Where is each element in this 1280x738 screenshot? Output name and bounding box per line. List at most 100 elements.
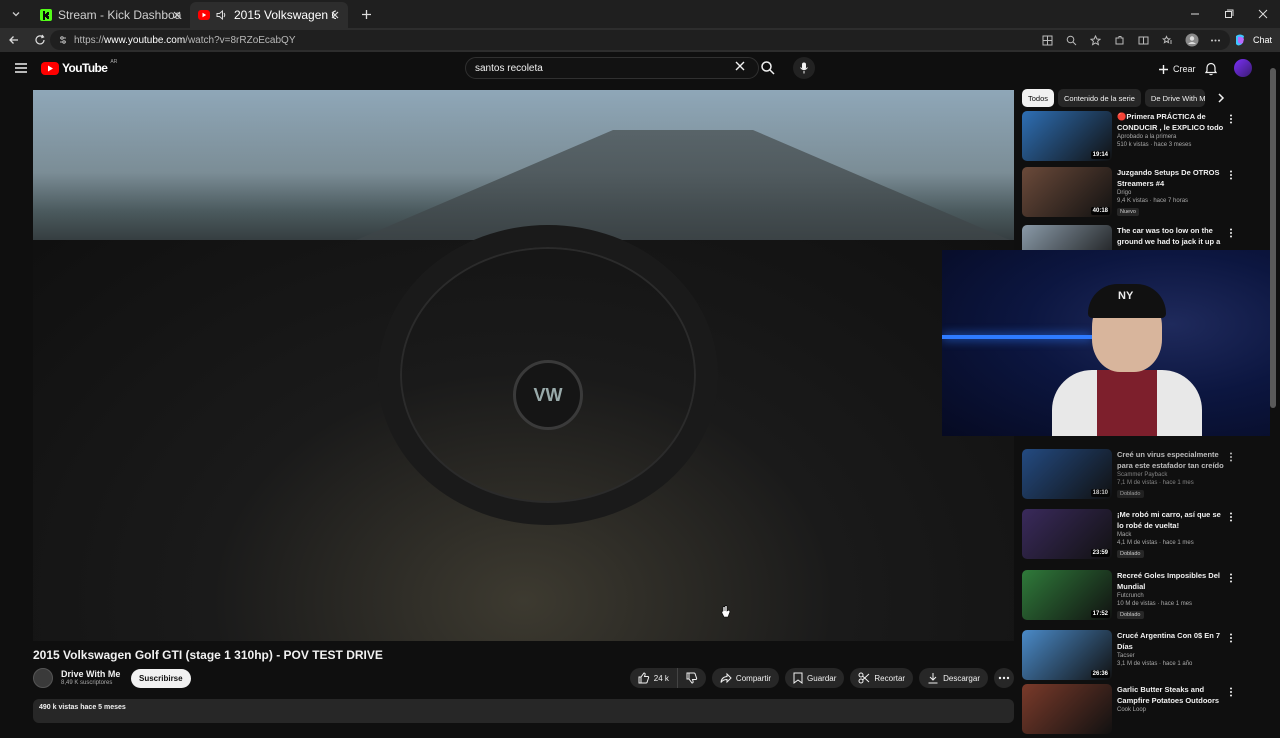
more-vertical-icon[interactable]	[1229, 452, 1233, 462]
more-vertical-icon[interactable]	[1229, 228, 1233, 238]
profile-avatar[interactable]	[1183, 31, 1201, 49]
recommendation-title[interactable]: ¡Me robó mi carro, así que se lo robé de…	[1117, 509, 1227, 531]
more-vertical-icon[interactable]	[1229, 170, 1233, 180]
browser-tab-youtube[interactable]: 2015 Volkswagen Golf GTI (st	[190, 2, 348, 28]
restore-button[interactable]	[1212, 0, 1246, 28]
clip-button[interactable]: Recortar	[850, 668, 914, 688]
copilot-chat-button[interactable]: Chat	[1231, 31, 1272, 49]
like-button[interactable]: 24 k	[629, 668, 678, 688]
chevron-down-icon	[11, 9, 21, 19]
hamburger-menu-icon[interactable]	[14, 62, 28, 74]
recommendation-thumbnail[interactable]: 19:14	[1022, 111, 1112, 161]
recommendation-title[interactable]: 🔴Primera PRÁCTICA de CONDUCIR , le EXPLI…	[1117, 111, 1227, 133]
recommendation-badge: Doblado	[1117, 490, 1144, 498]
recommendation-thumbnail[interactable]	[1022, 684, 1112, 734]
zoom-icon[interactable]	[1063, 31, 1081, 49]
more-vertical-icon[interactable]	[1229, 573, 1233, 583]
more-options-icon[interactable]	[1207, 31, 1225, 49]
star-icon[interactable]	[1087, 31, 1105, 49]
streamer-figure: NY	[1052, 284, 1202, 436]
address-bar-icons: Chat	[1039, 31, 1272, 49]
recommendation-channel[interactable]: Cook Loop	[1117, 707, 1146, 713]
browser-tab-kick[interactable]: Stream - Kick Dashboard	[32, 2, 190, 28]
recommendation-badge: Doblado	[1117, 611, 1144, 619]
more-vertical-icon[interactable]	[1229, 687, 1233, 697]
channel-avatar[interactable]	[33, 668, 53, 688]
more-vertical-icon[interactable]	[1229, 633, 1233, 643]
create-button[interactable]: Crear	[1150, 59, 1204, 79]
search-icon[interactable]	[760, 60, 775, 75]
close-window-button[interactable]	[1246, 0, 1280, 28]
recommendation-channel[interactable]: Scammer Payback	[1117, 472, 1167, 478]
like-count: 24 k	[653, 673, 669, 683]
recommendation-badge: Doblado	[1117, 550, 1144, 558]
split-screen-icon[interactable]	[1135, 31, 1153, 49]
recommendation-thumbnail[interactable]: 17:52	[1022, 570, 1112, 620]
recommendation-item[interactable]: 40:18 Juzgando Setups De OTROS Streamers …	[1022, 167, 1252, 221]
recommendation-title[interactable]: Creé un virus especialmente para este es…	[1117, 449, 1227, 471]
more-vertical-icon[interactable]	[1229, 512, 1233, 522]
search-input[interactable]: santos recoleta	[465, 57, 759, 79]
channel-name[interactable]: Drive With Me	[61, 669, 120, 679]
thumbs-down-icon	[686, 672, 698, 684]
recommendation-meta: 3,1 M de vistas · hace 1 año	[1117, 661, 1193, 667]
recommendation-title[interactable]: The car was too low on the ground we had…	[1117, 225, 1227, 247]
recommendation-title[interactable]: Crucé Argentina Con 0$ En 7 Días	[1117, 630, 1227, 652]
youtube-logo[interactable]: YouTube AR	[41, 59, 117, 75]
recommendation-item[interactable]: 26:36 Crucé Argentina Con 0$ En 7 Días Tac…	[1022, 630, 1252, 684]
recommendation-channel[interactable]: Futcrunch	[1117, 593, 1144, 599]
page-scrollbar[interactable]	[1270, 60, 1276, 410]
share-icon	[720, 672, 732, 684]
recommendation-meta: 9,4 K vistas · hace 7 horas	[1117, 198, 1189, 204]
recommendation-title[interactable]: Garlic Butter Steaks and Campfire Potato…	[1117, 684, 1227, 706]
app-grid-icon[interactable]	[1039, 31, 1057, 49]
voice-search-button[interactable]	[793, 57, 815, 79]
chip-todos[interactable]: Todos	[1022, 89, 1055, 107]
notifications-bell-icon[interactable]	[1204, 61, 1218, 76]
recommendation-thumbnail[interactable]: 40:18	[1022, 167, 1112, 217]
save-button[interactable]: Guardar	[785, 668, 845, 688]
recommendation-item[interactable]: 19:14 🔴Primera PRÁCTICA de CONDUCIR , le …	[1022, 111, 1252, 165]
site-info-icon[interactable]	[58, 35, 68, 45]
video-player[interactable]: VW	[33, 90, 1014, 641]
account-avatar[interactable]	[1234, 59, 1252, 77]
recommendation-item[interactable]: 17:52 Recreé Goles Imposibles Del Mundial…	[1022, 570, 1252, 624]
recommendation-title[interactable]: Juzgando Setups De OTROS Streamers #4	[1117, 167, 1227, 189]
chevron-right-icon[interactable]	[1216, 92, 1226, 104]
minimize-button[interactable]	[1178, 0, 1212, 28]
more-vertical-icon[interactable]	[1229, 114, 1233, 124]
share-button[interactable]: Compartir	[711, 668, 780, 688]
recommendation-item[interactable]: Garlic Butter Steaks and Campfire Potato…	[1022, 684, 1252, 738]
video-duration: 26:36	[1090, 670, 1110, 678]
tab-close-icon[interactable]	[328, 8, 342, 22]
reload-button[interactable]	[28, 28, 52, 52]
more-actions-button[interactable]	[994, 668, 1014, 688]
recommendation-title[interactable]: Recreé Goles Imposibles Del Mundial	[1117, 570, 1227, 592]
new-tab-button[interactable]	[354, 2, 378, 26]
speaker-icon[interactable]	[216, 10, 228, 20]
tab-close-icon[interactable]	[170, 8, 184, 22]
recommendation-channel[interactable]: Tacser	[1117, 653, 1135, 659]
download-button[interactable]: Descargar	[919, 668, 988, 688]
chip-serie[interactable]: Contenido de la serie	[1058, 89, 1141, 107]
subscriber-count: 8,49 K suscriptores	[61, 680, 113, 686]
tab-search-button[interactable]	[4, 3, 28, 25]
favorites-icon[interactable]	[1159, 31, 1177, 49]
recommendation-channel[interactable]: Mack	[1117, 532, 1131, 538]
recommendation-thumbnail[interactable]: 18:10	[1022, 449, 1112, 499]
related-filter-chips: Todos Contenido de la serie De Drive Wit…	[1022, 89, 1205, 107]
scrollbar-thumb[interactable]	[1270, 68, 1276, 408]
recommendation-item[interactable]: 23:59 ¡Me robó mi carro, así que se lo ro…	[1022, 509, 1252, 563]
recommendation-channel[interactable]: Drigo	[1117, 190, 1131, 196]
recommendation-channel[interactable]: Aprobado a la primera	[1117, 134, 1176, 140]
recommendation-thumbnail[interactable]: 23:59	[1022, 509, 1112, 559]
chip-channel[interactable]: De Drive With M	[1144, 89, 1205, 107]
description-box[interactable]	[33, 699, 1014, 723]
dislike-button[interactable]	[677, 668, 706, 688]
extensions-icon[interactable]	[1111, 31, 1129, 49]
back-button[interactable]	[2, 28, 26, 52]
recommendation-item[interactable]: 18:10 Creé un virus especialmente para es…	[1022, 449, 1252, 503]
recommendation-thumbnail[interactable]: 26:36	[1022, 630, 1112, 680]
subscribe-button[interactable]: Suscribirse	[131, 669, 191, 688]
clear-search-icon[interactable]	[735, 61, 745, 71]
